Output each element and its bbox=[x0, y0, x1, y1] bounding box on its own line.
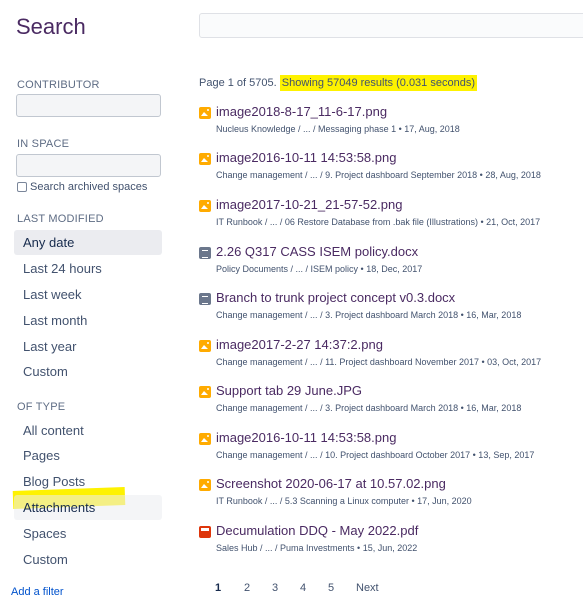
pagination-page-1[interactable]: 1 bbox=[215, 582, 221, 594]
document-file-icon bbox=[199, 293, 211, 305]
result-title-link[interactable]: Screenshot 2020-06-17 at 10.57.02.png bbox=[216, 476, 446, 491]
of-type-label: OF TYPE bbox=[17, 401, 66, 413]
image-file-icon bbox=[199, 200, 211, 212]
filter-last-year[interactable]: Last year bbox=[14, 334, 162, 359]
search-input[interactable] bbox=[199, 13, 583, 38]
image-file-icon bbox=[199, 433, 211, 445]
result-title-link[interactable]: Decumulation DDQ - May 2022.pdf bbox=[216, 523, 418, 538]
filter-any-date[interactable]: Any date bbox=[14, 230, 162, 255]
result-title-link[interactable]: image2018-8-17_11-6-17.png bbox=[216, 104, 387, 119]
result-meta: Change management / ... / 11. Project da… bbox=[216, 357, 542, 367]
image-file-icon bbox=[199, 340, 211, 352]
page-title: Search bbox=[16, 14, 86, 39]
contributor-field[interactable] bbox=[16, 94, 161, 117]
add-filter-link[interactable]: Add a filter bbox=[11, 586, 64, 598]
filter-last-week[interactable]: Last week bbox=[14, 282, 162, 307]
result-title-link[interactable]: 2.26 Q317 CASS ISEM policy.docx bbox=[216, 244, 418, 259]
result-title-link[interactable]: Branch to trunk project concept v0.3.doc… bbox=[216, 290, 455, 305]
pdf-file-icon bbox=[199, 526, 211, 538]
results-count-text: Showing 57049 results (0.031 seconds) bbox=[279, 75, 477, 91]
pagination-page-5[interactable]: 5 bbox=[328, 582, 334, 594]
result-meta: Change management / ... / 3. Project das… bbox=[216, 403, 522, 413]
result-title-link[interactable]: image2016-10-11 14:53:58.png bbox=[216, 150, 396, 165]
result-meta: Change management / ... / 9. Project das… bbox=[216, 170, 541, 180]
filter-last-24-hours[interactable]: Last 24 hours bbox=[14, 256, 162, 281]
result-meta: IT Runbook / ... / 06 Restore Database f… bbox=[216, 217, 541, 227]
pagination-page-3[interactable]: 3 bbox=[272, 582, 278, 594]
results-summary: Page 1 of 5705. Showing 57049 results (0… bbox=[199, 75, 477, 91]
pagination-page-4[interactable]: 4 bbox=[300, 582, 306, 594]
result-title-link[interactable]: image2017-10-21_21-57-52.png bbox=[216, 197, 402, 212]
type-spaces[interactable]: Spaces bbox=[14, 521, 162, 546]
image-file-icon bbox=[199, 479, 211, 491]
result-meta: Change management / ... / 3. Project das… bbox=[216, 310, 522, 320]
result-title-link[interactable]: image2016-10-11 14:53:58.png bbox=[216, 430, 396, 445]
type-attachments[interactable]: Attachments bbox=[14, 495, 162, 520]
result-meta: Nucleus Knowledge / ... / Messaging phas… bbox=[216, 124, 460, 134]
image-file-icon bbox=[199, 153, 211, 165]
archived-checkbox-row[interactable]: Search archived spaces bbox=[17, 181, 147, 193]
type-pages[interactable]: Pages bbox=[14, 443, 162, 468]
last-modified-label: LAST MODIFIED bbox=[17, 213, 104, 225]
archived-checkbox[interactable] bbox=[17, 182, 27, 192]
in-space-label: IN SPACE bbox=[17, 138, 70, 150]
document-file-icon bbox=[199, 247, 211, 259]
result-title-link[interactable]: Support tab 29 June.JPG bbox=[216, 383, 362, 398]
contributor-label: CONTRIBUTOR bbox=[17, 79, 100, 91]
result-meta: Policy Documents / ... / ISEM policy • 1… bbox=[216, 264, 423, 274]
image-file-icon bbox=[199, 386, 211, 398]
in-space-field[interactable] bbox=[16, 154, 161, 177]
filter-last-month[interactable]: Last month bbox=[14, 308, 162, 333]
archived-label: Search archived spaces bbox=[30, 181, 148, 193]
result-meta: Sales Hub / ... / Puma Investments • 15,… bbox=[216, 543, 418, 553]
result-meta: Change management / ... / 10. Project da… bbox=[216, 450, 535, 460]
pagination-page-2[interactable]: 2 bbox=[244, 582, 250, 594]
result-meta: IT Runbook / ... / 5.3 Scanning a Linux … bbox=[216, 496, 472, 506]
type-all-content[interactable]: All content bbox=[14, 418, 162, 443]
type-custom[interactable]: Custom bbox=[14, 547, 162, 572]
filter-custom-date[interactable]: Custom bbox=[14, 359, 162, 384]
image-file-icon bbox=[199, 107, 211, 119]
page-count-text: Page 1 of 5705. bbox=[199, 77, 277, 89]
pagination-next[interactable]: Next bbox=[356, 582, 379, 594]
result-title-link[interactable]: image2017-2-27 14:37:2.png bbox=[216, 337, 383, 352]
